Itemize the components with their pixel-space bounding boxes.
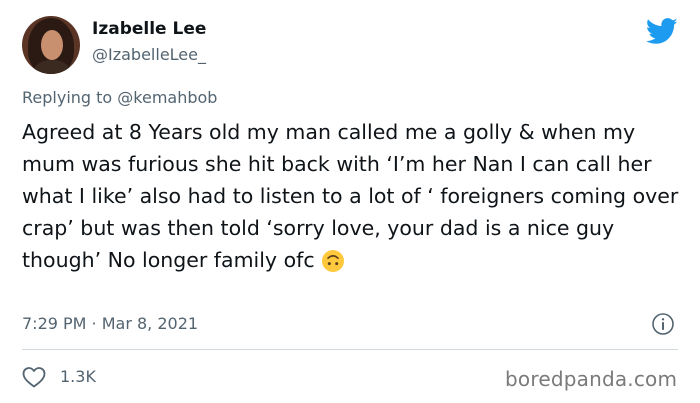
info-icon[interactable] <box>651 312 675 336</box>
tweet-body: Agreed at 8 Years old my man called me a… <box>22 120 679 272</box>
tweet-timestamp[interactable]: 7:29 PM · Mar 8, 2021 <box>22 314 198 333</box>
avatar-face <box>41 30 63 60</box>
replying-to[interactable]: Replying to @kemahbob <box>22 88 217 107</box>
like-count[interactable]: 1.3K <box>60 367 96 386</box>
tweet-text: Agreed at 8 Years old my man called me a… <box>22 116 682 276</box>
display-name[interactable]: Izabelle Lee <box>92 19 206 39</box>
user-handle[interactable]: @IzabelleLee_ <box>92 45 206 64</box>
avatar[interactable] <box>22 16 80 74</box>
divider <box>22 349 678 350</box>
twitter-bird-icon[interactable] <box>646 18 678 45</box>
watermark: boredpanda.com <box>505 367 678 391</box>
heart-icon[interactable] <box>22 366 46 388</box>
upside-down-face-emoji-icon <box>321 250 344 272</box>
